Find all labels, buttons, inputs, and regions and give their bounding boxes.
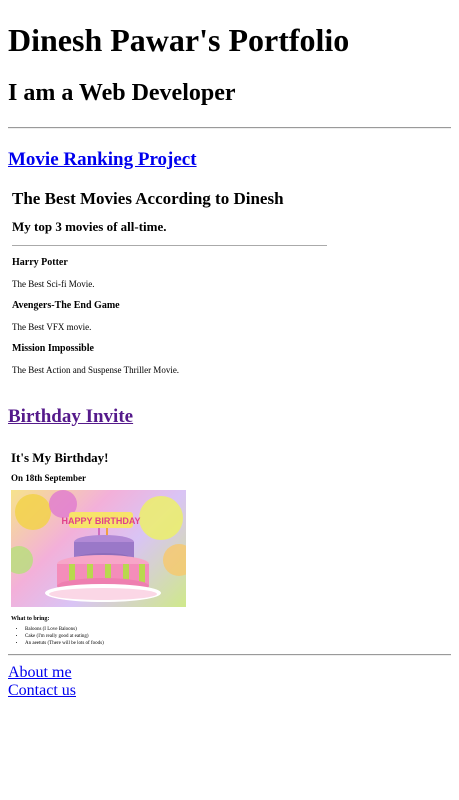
movie-list: Harry Potter The Best Sci-fi Movie. Aven… bbox=[12, 257, 352, 376]
page: Dinesh Pawar's Portfolio I am a Web Deve… bbox=[0, 0, 459, 700]
footer-links: About me Contact us bbox=[8, 664, 451, 700]
movie-page-subheading: My top 3 movies of all-time. bbox=[12, 219, 167, 234]
bring-item: Baloons (I Love Baloons) bbox=[25, 626, 371, 633]
movie-item: Mission Impossible The Best Action and S… bbox=[12, 343, 352, 376]
bring-list-label: What to bring: bbox=[11, 616, 50, 622]
movie-ranking-embed: The Best Movies According to Dinesh My t… bbox=[8, 189, 352, 376]
birthday-cake-illustration: HAPPY BIRTHDAY bbox=[11, 490, 186, 602]
page-subtitle: I am a Web Developer bbox=[8, 80, 236, 106]
movie-description: The Best Action and Suspense Thriller Mo… bbox=[12, 365, 180, 375]
movie-item: Harry Potter The Best Sci-fi Movie. bbox=[12, 257, 352, 290]
contact-us-link[interactable]: Contact us bbox=[8, 682, 451, 700]
birthday-heading: It's My Birthday! bbox=[11, 450, 109, 465]
movie-title: Mission Impossible bbox=[12, 343, 94, 354]
birthday-invite-link[interactable]: Birthday Invite bbox=[8, 406, 451, 428]
bring-item: An aeetuts (There will be lots of foods) bbox=[25, 640, 371, 647]
movie-divider bbox=[12, 245, 327, 246]
about-me-link[interactable]: About me bbox=[8, 664, 451, 682]
bring-item: Cake (I'm really good at eating) bbox=[25, 633, 371, 640]
birthday-invite-embed: It's My Birthday! On 18th September HAPP… bbox=[8, 450, 371, 647]
birthday-date: On 18th September bbox=[11, 473, 86, 483]
cake-topper-text: HAPPY BIRTHDAY bbox=[61, 516, 140, 526]
movie-title: Harry Potter bbox=[12, 257, 68, 268]
header-divider bbox=[8, 127, 451, 129]
page-title: Dinesh Pawar's Portfolio bbox=[8, 22, 350, 58]
movie-item: Avengers-The End Game The Best VFX movie… bbox=[12, 300, 352, 333]
movie-ranking-link[interactable]: Movie Ranking Project bbox=[8, 149, 451, 171]
movie-description: The Best VFX movie. bbox=[12, 322, 92, 332]
movie-title: Avengers-The End Game bbox=[12, 300, 120, 311]
movie-page-heading: The Best Movies According to Dinesh bbox=[12, 189, 284, 208]
birthday-cake-image: HAPPY BIRTHDAY bbox=[11, 490, 186, 607]
bring-list: Baloons (I Love Baloons) Cake (I'm reall… bbox=[11, 626, 371, 647]
movie-description: The Best Sci-fi Movie. bbox=[12, 279, 95, 289]
footer-divider bbox=[8, 654, 451, 656]
